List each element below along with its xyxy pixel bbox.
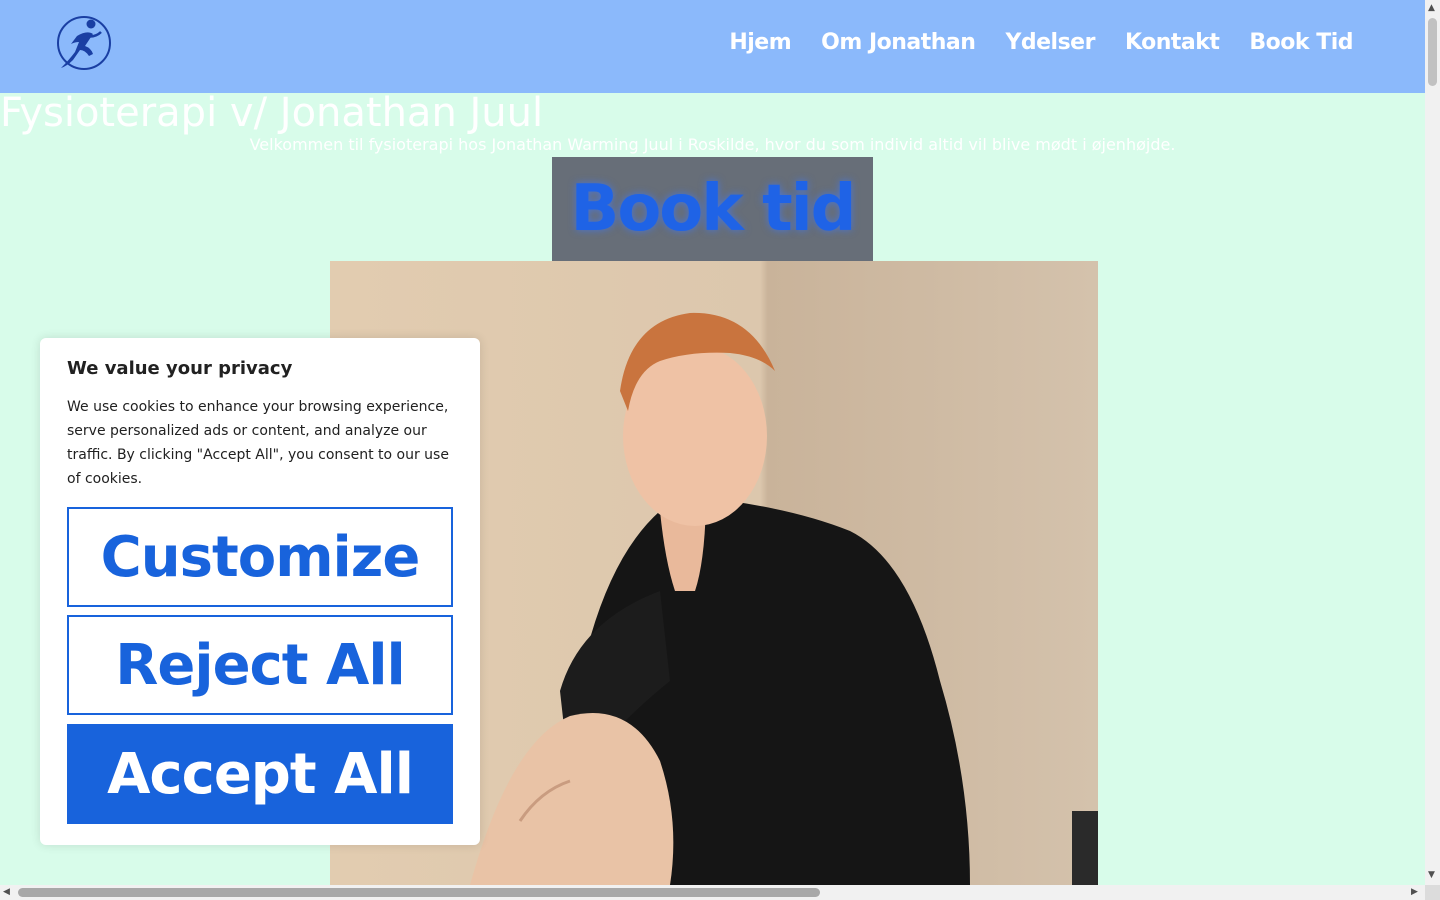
cookie-title: We value your privacy (67, 358, 293, 379)
vertical-scrollbar[interactable]: ▲ ▼ (1425, 0, 1440, 885)
horizontal-scrollbar[interactable]: ◀ ▶ (0, 885, 1425, 900)
nav-om-jonathan[interactable]: Om Jonathan (821, 30, 976, 55)
arrow-right-icon[interactable]: ▶ (1411, 887, 1418, 897)
arrow-down-icon[interactable]: ▼ (1428, 870, 1435, 880)
nav-book-tid[interactable]: Book Tid (1249, 30, 1353, 55)
nav-ydelser[interactable]: Ydelser (1005, 30, 1095, 55)
main-nav: Hjem Om Jonathan Ydelser Kontakt Book Ti… (729, 30, 1353, 55)
runner-logo-icon[interactable] (55, 14, 113, 72)
accept-all-button[interactable]: Accept All (67, 724, 453, 824)
nav-kontakt[interactable]: Kontakt (1125, 30, 1220, 55)
arrow-left-icon[interactable]: ◀ (3, 887, 10, 897)
horizontal-scroll-thumb[interactable] (18, 888, 820, 897)
reject-all-button[interactable]: Reject All (67, 615, 453, 715)
arrow-up-icon[interactable]: ▲ (1428, 3, 1435, 13)
nav-hjem[interactable]: Hjem (729, 30, 791, 55)
customize-button[interactable]: Customize (67, 507, 453, 607)
vertical-scroll-thumb[interactable] (1428, 18, 1437, 86)
cookie-consent-banner: We value your privacy We use cookies to … (40, 338, 480, 845)
hero-title: Fysioterapi v/ Jonathan Juul (0, 90, 544, 136)
scrollbar-corner (1425, 885, 1440, 900)
site-header: Hjem Om Jonathan Ydelser Kontakt Book Ti… (0, 0, 1425, 93)
hero-subtitle: Velkommen til fysioterapi hos Jonathan W… (249, 135, 1176, 154)
cookie-text: We use cookies to enhance your browsing … (67, 399, 449, 487)
book-tid-button[interactable]: Book tid (552, 157, 873, 261)
